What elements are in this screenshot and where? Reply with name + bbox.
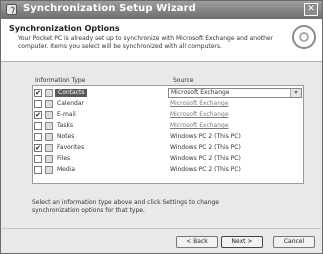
tasks-icon	[45, 122, 53, 130]
next-button[interactable]: Next >	[221, 236, 263, 248]
files-checkbox[interactable]	[34, 155, 42, 163]
source-dropdown-value: Microsoft Exchange	[171, 89, 230, 96]
header-description: Your Pocket PC is already set up to sync…	[18, 35, 274, 50]
wizard-header: Synchronization Options Your Pocket PC i…	[1, 19, 322, 62]
source-text: Windows PC 2 (This PC)	[170, 144, 241, 151]
list-item[interactable]: ✔ Contacts Microsoft Exchange ▾	[33, 88, 303, 98]
source-text: Windows PC 2 (This PC)	[170, 133, 241, 140]
envelope-icon	[45, 111, 53, 119]
favorites-checkbox[interactable]: ✔	[34, 144, 42, 152]
item-label: Files	[57, 155, 71, 162]
column-header-information-type: Information Type	[35, 77, 86, 84]
source-text: Windows PC 2 (This PC)	[170, 166, 241, 173]
list-item[interactable]: Files Windows PC 2 (This PC)	[33, 155, 303, 164]
divider	[2, 228, 321, 229]
column-header-source: Source	[173, 77, 194, 84]
list-item[interactable]: Tasks Microsoft Exchange	[33, 122, 303, 131]
notes-icon	[45, 133, 53, 141]
chevron-down-icon[interactable]: ▾	[290, 89, 301, 97]
contacts-checkbox[interactable]: ✔	[34, 89, 42, 97]
calendar-icon	[45, 100, 53, 108]
check-icon: ✔	[35, 111, 41, 119]
check-icon: ✔	[35, 89, 41, 97]
list-item[interactable]: ✔ Favorites Windows PC 2 (This PC)	[33, 144, 303, 153]
item-label: E-mail	[57, 111, 76, 118]
instruction-text: Select an information type above and cli…	[32, 199, 219, 214]
activesync-logo-icon	[292, 25, 316, 49]
media-icon	[45, 166, 53, 174]
back-button[interactable]: < Back	[176, 236, 218, 248]
item-label: Notes	[57, 133, 75, 140]
list-item[interactable]: Notes Windows PC 2 (This PC)	[33, 133, 303, 142]
favorites-icon	[45, 144, 53, 152]
list-item[interactable]: Media Windows PC 2 (This PC)	[33, 166, 303, 175]
check-icon: ✔	[35, 144, 41, 152]
window-title: Synchronization Setup Wizard	[23, 3, 196, 14]
notes-checkbox[interactable]	[34, 133, 42, 141]
close-icon[interactable]: ✕	[304, 3, 318, 16]
list-item[interactable]: ✔ E-mail Microsoft Exchange	[33, 111, 303, 120]
cancel-button[interactable]: Cancel	[273, 236, 315, 248]
media-checkbox[interactable]	[34, 166, 42, 174]
item-label: Favorites	[57, 144, 85, 151]
item-label: Contacts	[55, 89, 88, 97]
calendar-checkbox[interactable]	[34, 100, 42, 108]
source-link[interactable]: Microsoft Exchange	[170, 122, 229, 130]
source-text: Windows PC 2 (This PC)	[170, 155, 241, 162]
sync-app-icon	[6, 4, 17, 15]
title-bar[interactable]: Synchronization Setup Wizard ✕	[1, 1, 322, 19]
email-checkbox[interactable]: ✔	[34, 111, 42, 119]
item-label: Calendar	[57, 100, 84, 107]
tasks-checkbox[interactable]	[34, 122, 42, 130]
source-link[interactable]: Microsoft Exchange	[170, 100, 229, 108]
source-dropdown[interactable]: Microsoft Exchange ▾	[168, 88, 302, 98]
folder-icon	[45, 155, 53, 163]
item-label: Tasks	[57, 122, 74, 129]
source-link[interactable]: Microsoft Exchange	[170, 111, 229, 119]
header-title: Synchronization Options	[9, 24, 120, 33]
sync-setup-wizard-window: Synchronization Setup Wizard ✕ Synchroni…	[0, 0, 323, 254]
information-type-list[interactable]: ✔ Contacts Microsoft Exchange ▾ Calendar…	[32, 85, 304, 184]
list-item[interactable]: Calendar Microsoft Exchange	[33, 100, 303, 109]
contacts-icon	[45, 89, 53, 97]
item-label: Media	[57, 166, 76, 173]
